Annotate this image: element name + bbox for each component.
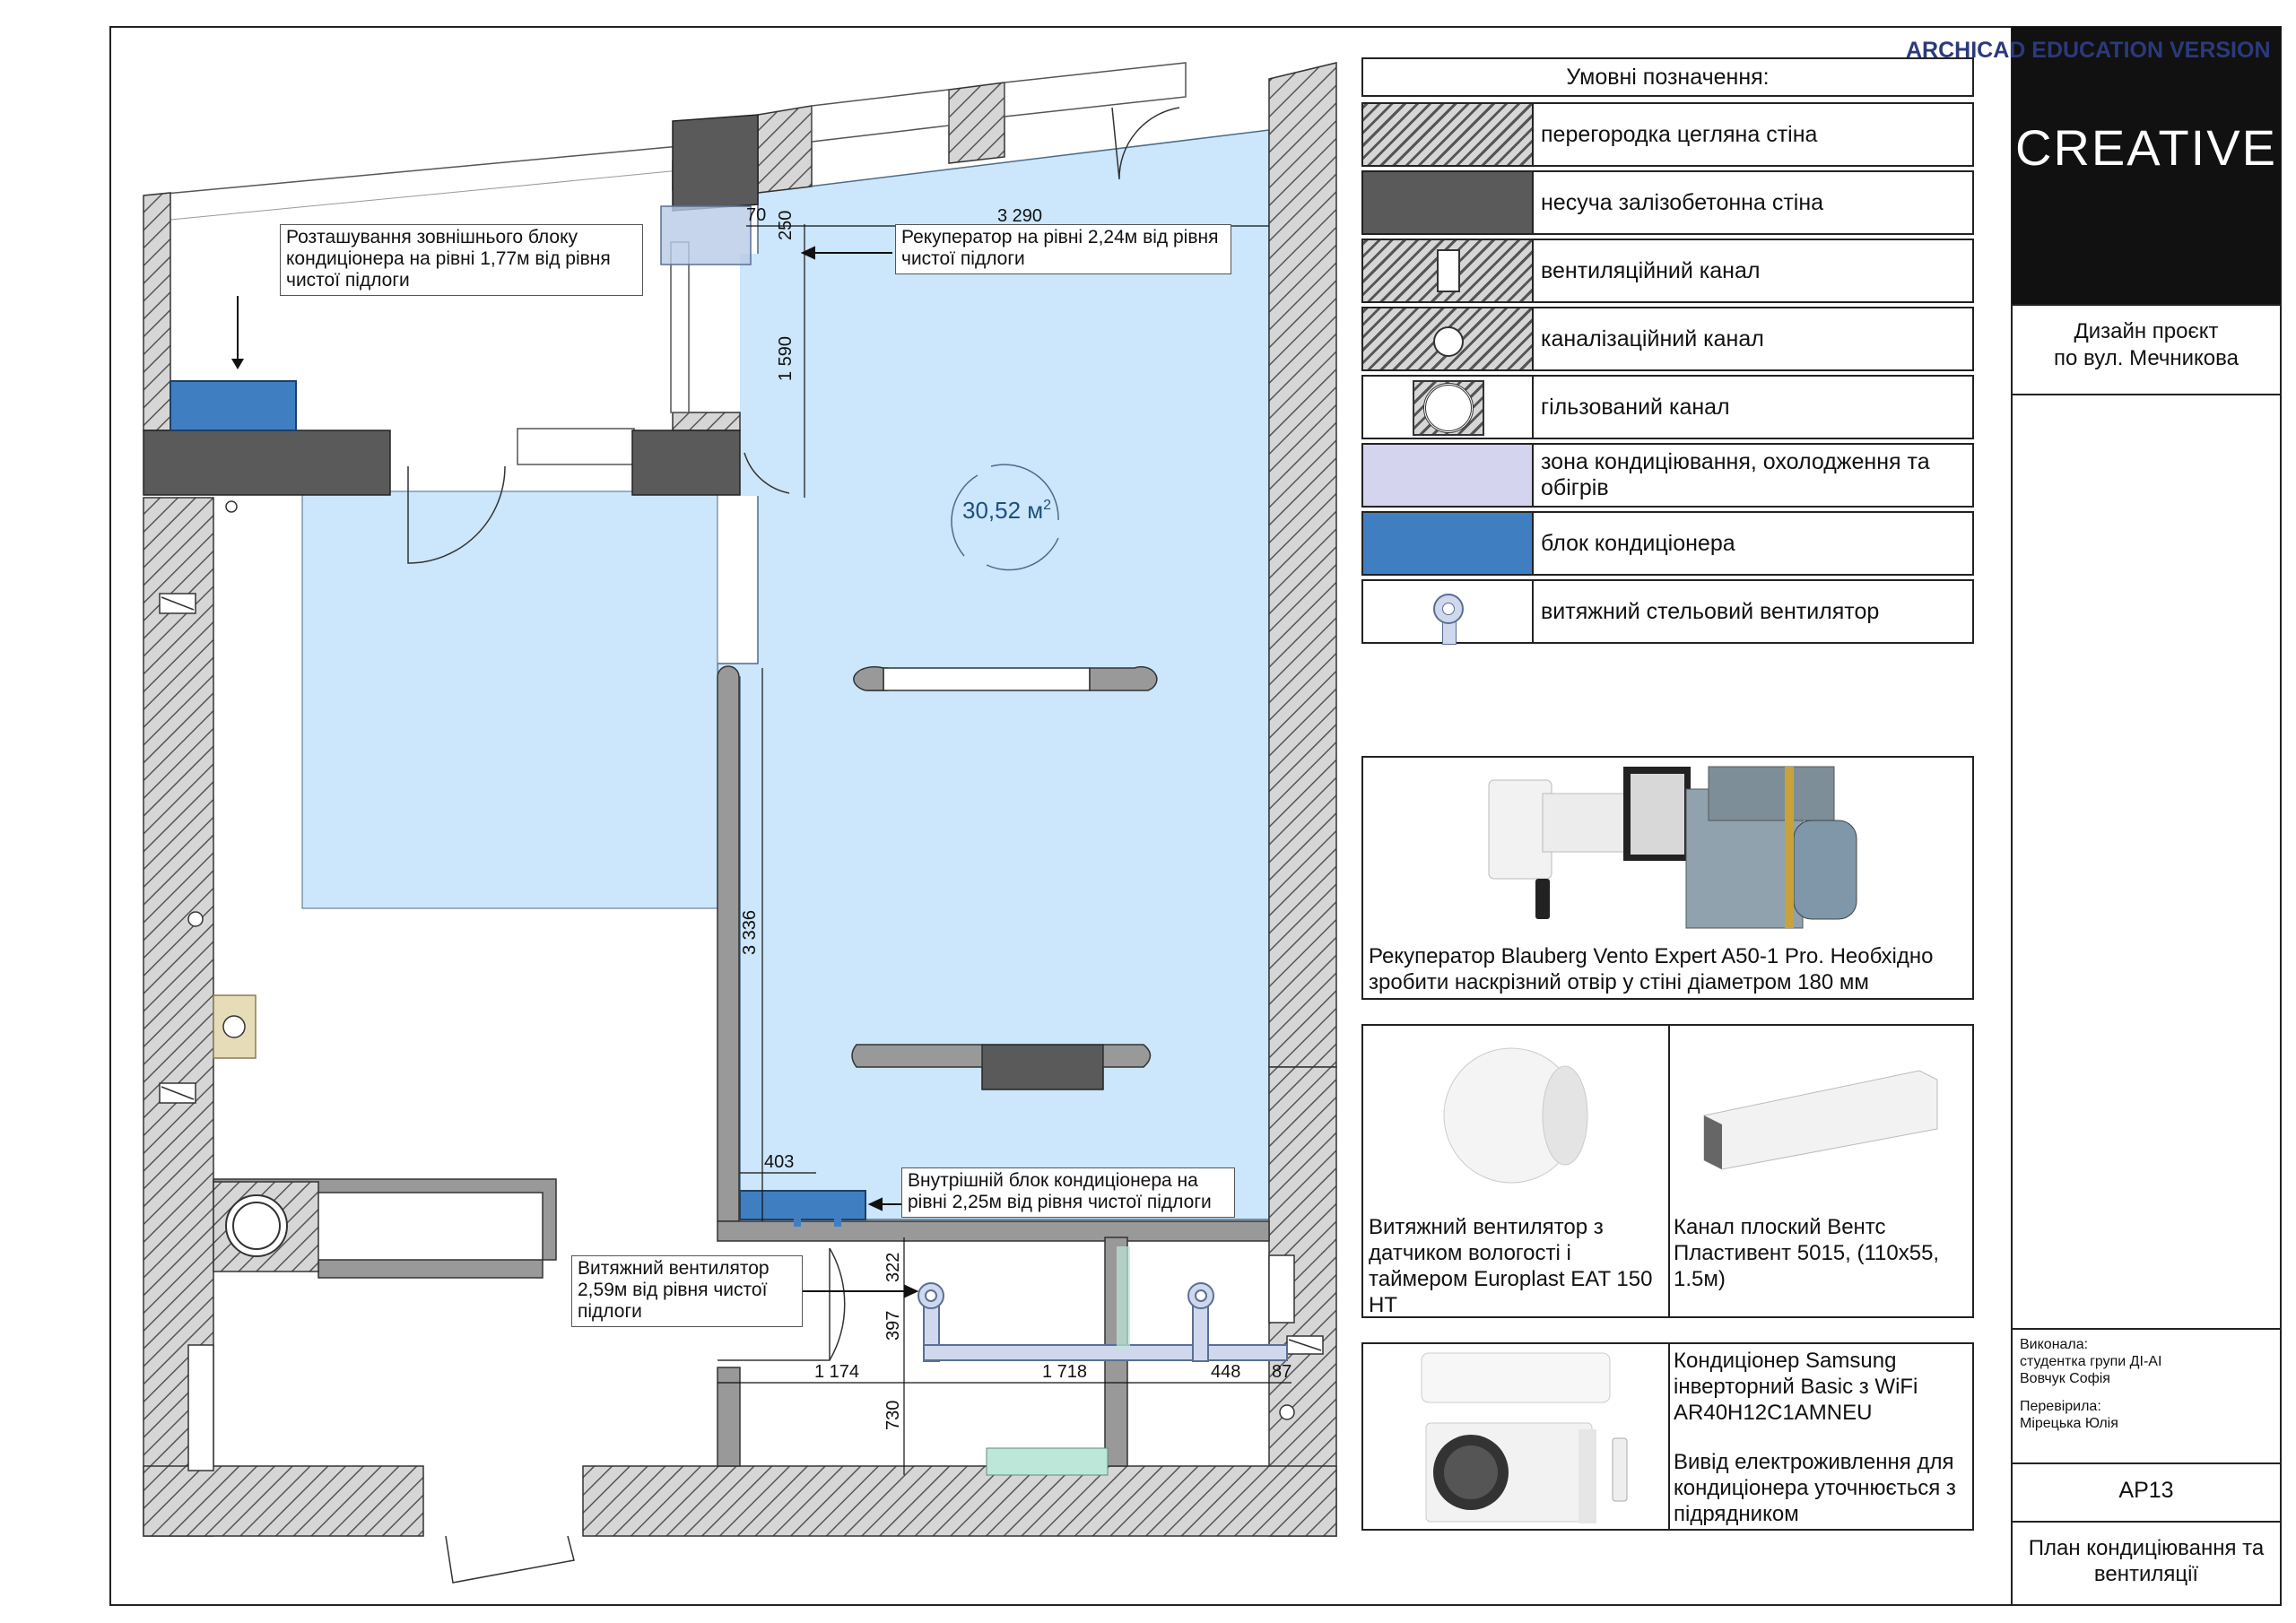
- legend-title: Умовні позначення:: [1361, 57, 1974, 97]
- checked-label: Перевірила:: [2020, 1399, 2101, 1414]
- legend-row-fan: витяжний стельовий вентилятор: [1361, 579, 1974, 645]
- legend-label: зона кондиціювання, охолодження та обігр…: [1541, 449, 1930, 500]
- vent-duct-icon: [1363, 240, 1534, 301]
- legend-label: каналізаційний канал: [1541, 325, 1764, 352]
- legend-row-vent: вентиляційний канал: [1361, 239, 1974, 303]
- sheet-number: АР13: [2118, 1478, 2174, 1503]
- dim-322: 322: [883, 1253, 903, 1282]
- outdoor-ac-unit: [170, 380, 297, 431]
- dim-1590: 1 590: [776, 336, 796, 381]
- project-title: Дизайн проєкт по вул. Мечникова: [2012, 318, 2281, 372]
- fan-channel-image: [1443, 1047, 1938, 1184]
- recuperator-description: Рекуператор Blauberg Vento Expert A50-1 …: [1369, 944, 1934, 994]
- legend-label: блок кондиціонера: [1541, 530, 1735, 556]
- product-fan-channel-card: Витяжний вентилятор з датчиком вологості…: [1361, 1024, 1974, 1318]
- legend-label: несуча залізобетонна стіна: [1541, 189, 1824, 215]
- note-outdoor-unit: Розташування зовнішнього блоку кондиціон…: [280, 224, 643, 296]
- dim-730: 730: [883, 1401, 903, 1430]
- dim-70: 70: [746, 205, 766, 225]
- project-title-line2: по вул. Мечникова: [2054, 346, 2239, 370]
- recuperator-unit: [660, 205, 752, 265]
- note-indoor-unit: Внутрішній блок кондиціонера на рівні 2,…: [901, 1167, 1235, 1218]
- tile-area: [986, 1447, 1109, 1476]
- ac-zone-corridor: [301, 490, 718, 909]
- dim-1174: 1 174: [814, 1362, 859, 1382]
- sheet-title: План кондиціювання та вентиляції: [2028, 1536, 2265, 1586]
- dim-1718: 1 718: [1042, 1362, 1087, 1382]
- legend-label: перегородка цегляна стіна: [1541, 121, 1818, 147]
- legend-row-brick: перегородка цегляна стіна: [1361, 102, 1974, 167]
- channel-description: Канал плоский Вентс Пластивент 5015, (11…: [1674, 1215, 1940, 1291]
- sewer-duct-icon: [1363, 308, 1534, 369]
- recuperator-image: [1488, 766, 1857, 929]
- checked-name: Мірецька Юлія: [2020, 1416, 2118, 1431]
- ceiling-fan-icon: [1363, 581, 1534, 645]
- dim-403: 403: [764, 1152, 794, 1172]
- executed-group: студентка групи ДІ-АІ: [2020, 1354, 2162, 1369]
- ac-unit-icon: [1363, 513, 1534, 574]
- ac-image: [1421, 1352, 1628, 1523]
- author-block: Виконала: студентка групи ДІ-АІ Вовчук С…: [2020, 1336, 2161, 1432]
- dim-448: 448: [1211, 1362, 1240, 1382]
- dim-3290: 3 290: [997, 206, 1042, 226]
- legend-label: вентиляційний канал: [1541, 257, 1761, 283]
- fan-description: Витяжний вентилятор з датчиком вологості…: [1369, 1215, 1653, 1317]
- dim-3336: 3 336: [740, 910, 760, 955]
- legend-row-sleeved: гільзований канал: [1361, 375, 1974, 439]
- ceiling-fans: [918, 1282, 1214, 1309]
- product-recuperator-card: Рекуператор Blauberg Vento Expert A50-1 …: [1361, 756, 1974, 1000]
- legend-row-ac-zone: зона кондиціювання, охолодження та обігр…: [1361, 443, 1974, 508]
- legend-row-concrete: несуча залізобетонна стіна: [1361, 170, 1974, 235]
- logo: CREATIVE: [2015, 119, 2277, 176]
- note-recuperator: Рекуператор на рівні 2,24м від рівня чис…: [895, 224, 1231, 274]
- project-title-line1: Дизайн проєкт: [2074, 319, 2219, 343]
- balcony-line: [145, 145, 681, 196]
- product-ac-card: Кондиціонер Samsung інверторний Basic з …: [1361, 1342, 1974, 1531]
- legend-row-ac-unit: блок кондиціонера: [1361, 511, 1974, 576]
- legend-row-sewer: каналізаційний канал: [1361, 307, 1974, 371]
- dim-397: 397: [883, 1311, 903, 1341]
- ac-power-note: Вивід електроживлення для кондиціонера у…: [1674, 1450, 1956, 1526]
- indoor-ac-unit: [739, 1190, 866, 1220]
- dim-87: 87: [1272, 1362, 1292, 1382]
- note-exhaust-fan: Витяжний вентилятор 2,59м від рівня чист…: [571, 1255, 803, 1327]
- concrete-wall-icon: [1363, 172, 1534, 233]
- room-area-label: 30,52 м2: [962, 497, 1051, 524]
- balcony-line-inner: [170, 169, 681, 221]
- legend-label: витяжний стельовий вентилятор: [1541, 598, 1880, 624]
- brick-wall-hatch-icon: [1363, 104, 1534, 165]
- sleeved-duct-icon: [1363, 377, 1534, 438]
- ac-description: Кондиціонер Samsung інверторний Basic з …: [1674, 1349, 1918, 1425]
- executed-name: Вовчук Софія: [2020, 1371, 2110, 1386]
- executed-label: Виконала:: [2020, 1337, 2089, 1352]
- ac-zone-icon: [1363, 445, 1534, 506]
- dim-250: 250: [776, 211, 796, 240]
- legend-label: гільзований канал: [1541, 394, 1730, 420]
